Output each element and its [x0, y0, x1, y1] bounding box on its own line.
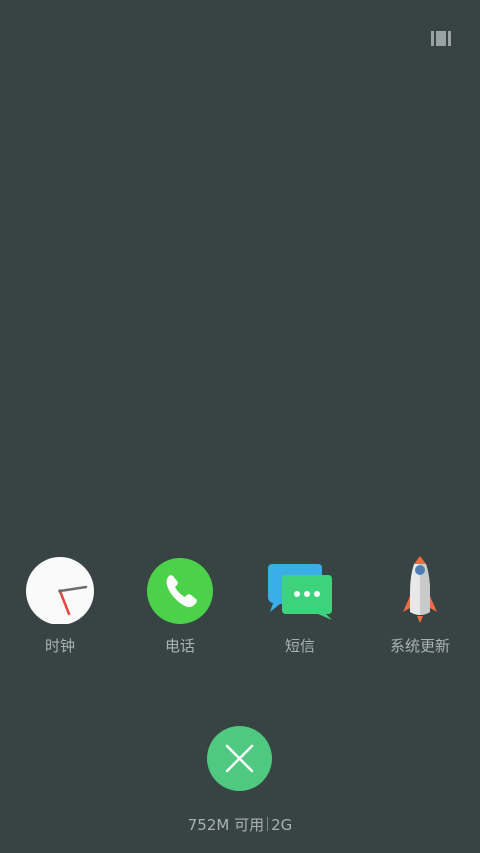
app-label: 电话: [164, 637, 195, 655]
memory-total: 2G: [271, 816, 293, 834]
memory-divider: [267, 817, 269, 831]
recent-apps-dock: 时钟 电话 短信 系统更新: [0, 556, 480, 666]
rocket-icon: [386, 556, 454, 624]
memory-available: 752M 可用: [187, 816, 265, 834]
app-system-update[interactable]: 系统更新: [360, 556, 480, 666]
phone-icon: [146, 556, 214, 624]
app-phone[interactable]: 电话: [120, 556, 240, 666]
close-icon: [225, 744, 254, 773]
messages-icon: [266, 556, 334, 624]
memory-status: 752M 可用 2G: [0, 815, 480, 835]
clear-all-button[interactable]: [207, 726, 272, 791]
app-label: 系统更新: [389, 637, 450, 655]
app-clock[interactable]: 时钟: [0, 556, 120, 666]
app-messages[interactable]: 短信: [240, 556, 360, 666]
multiwindow-icon: [431, 31, 451, 46]
view-toggle-button[interactable]: [431, 31, 451, 46]
clock-icon: [26, 556, 94, 625]
app-label: 时钟: [44, 637, 75, 655]
app-label: 短信: [284, 637, 315, 655]
